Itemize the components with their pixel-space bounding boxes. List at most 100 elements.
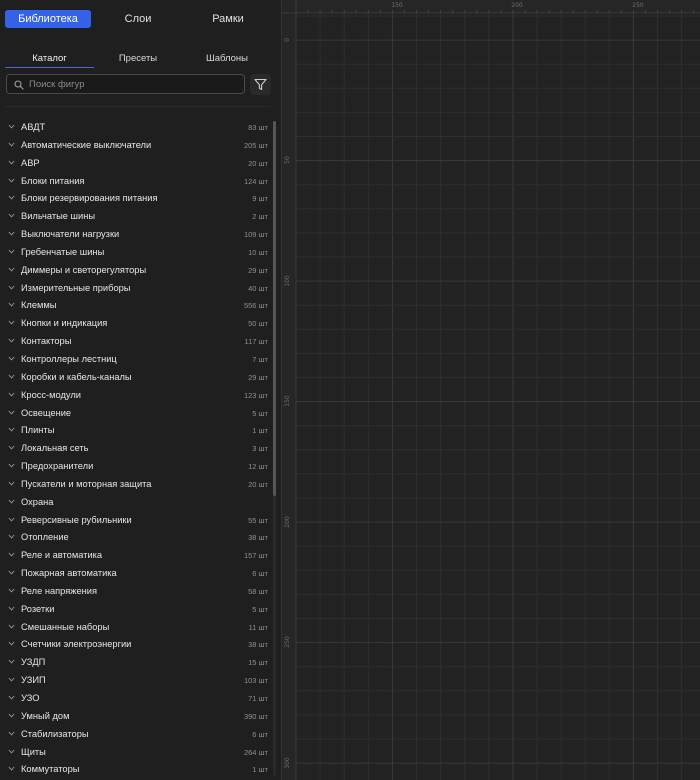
chevron-down-icon (8, 767, 15, 771)
ruler-label: 150 (284, 395, 291, 407)
category-name: Пускатели и моторная защита (21, 478, 152, 489)
category-item[interactable]: УЗИП 103 шт (0, 672, 272, 690)
category-item[interactable]: Измерительные приборы 40 шт (0, 280, 272, 298)
search-icon (14, 80, 24, 90)
search-input[interactable] (29, 76, 239, 92)
category-item[interactable]: Блоки питания 124 шт (0, 173, 272, 191)
category-count: 29 шт (248, 265, 268, 275)
category-name: Охрана (21, 496, 54, 507)
category-count: 12 шт (248, 462, 268, 472)
category-name: Плинты (21, 425, 55, 436)
category-count: 390 шт (243, 711, 268, 721)
category-item[interactable]: Счетчики электроэнергии 38 шт (0, 636, 272, 654)
subtab-catalog[interactable]: Каталог (5, 52, 94, 68)
chevron-down-icon (8, 124, 15, 129)
ruler-label: 50 (284, 156, 291, 164)
category-count: 103 шт (243, 676, 268, 686)
category-item[interactable]: Реле напряжения 58 шт (0, 583, 272, 601)
filter-icon (254, 78, 267, 91)
chevron-down-icon (8, 749, 15, 753)
chevron-down-icon (8, 624, 15, 629)
category-item[interactable]: Отопление 38 шт (0, 529, 272, 547)
category-item[interactable]: Пускатели и моторная защита 20 шт (0, 476, 272, 494)
category-item[interactable]: Контроллеры лестниц 7 шт (0, 351, 272, 369)
category-item[interactable]: Кросс-модули 123 шт (0, 387, 272, 405)
ruler-label: 250 (632, 2, 644, 9)
category-item[interactable]: Щиты 264 шт (0, 744, 272, 762)
category-item[interactable]: Клеммы 556 шт (0, 297, 272, 315)
chevron-down-icon (8, 481, 15, 486)
chevron-down-icon (8, 428, 15, 432)
category-name: Блоки питания (21, 175, 85, 186)
chevron-down-icon (8, 552, 15, 557)
chevron-down-icon (8, 196, 15, 200)
category-name: Локальная сеть (21, 443, 89, 454)
chevron-down-icon (8, 249, 15, 254)
category-item[interactable]: Реле и автоматика 157 шт (0, 547, 272, 565)
category-item[interactable]: УЗО 71 шт (0, 690, 272, 708)
category-count: 205 шт (243, 140, 268, 150)
ruler-label: 100 (284, 275, 291, 287)
chevron-down-icon (8, 731, 15, 736)
category-item[interactable]: Розетки 5 шт (0, 601, 272, 619)
chevron-down-icon (8, 160, 15, 165)
section-divider (5, 106, 271, 107)
category-item[interactable]: Блоки резервирования питания 9 шт (0, 190, 272, 208)
tab-frames[interactable]: Рамки (190, 10, 266, 28)
category-item[interactable]: АВР 20 шт (0, 155, 272, 173)
category-count: 6 шт (252, 569, 268, 579)
category-item[interactable]: Умный дом 390 шт (0, 708, 272, 726)
category-item[interactable]: Коммутаторы 1 шт (0, 761, 272, 779)
chevron-down-icon (8, 285, 15, 290)
tab-layers[interactable]: Слои (100, 10, 176, 28)
category-item[interactable]: Смешанные наборы 11 шт (0, 619, 272, 637)
filter-button[interactable] (250, 74, 271, 95)
category-item[interactable]: Вильчатые шины 2 шт (0, 208, 272, 226)
category-name: Розетки (21, 603, 55, 614)
category-item[interactable]: Кнопки и индикация 50 шт (0, 315, 272, 333)
category-name: Коммутаторы (21, 764, 80, 775)
category-item[interactable]: Пожарная автоматика 6 шт (0, 565, 272, 583)
category-name: Пожарная автоматика (21, 568, 117, 579)
category-count: 123 шт (243, 390, 268, 400)
sub-tabs: Каталог Пресеты Шаблоны (5, 52, 277, 68)
category-item[interactable]: Охрана (0, 494, 272, 512)
subtab-presets[interactable]: Пресеты (95, 52, 181, 68)
category-count: 3 шт (252, 444, 268, 454)
category-name: Отопление (21, 532, 69, 543)
category-count: 15 шт (248, 658, 268, 668)
category-item[interactable]: Локальная сеть 3 шт (0, 440, 272, 458)
category-item[interactable]: Плинты 1 шт (0, 422, 272, 440)
category-item[interactable]: Стабилизаторы 6 шт (0, 726, 272, 744)
category-count: 1 шт (252, 765, 268, 775)
category-count: 117 шт (244, 337, 269, 347)
ruler-label: 200 (284, 516, 291, 528)
category-item[interactable]: АВДТ 83 шт (0, 119, 272, 137)
subtab-templates[interactable]: Шаблоны (183, 52, 271, 68)
tab-library[interactable]: Библиотека (5, 10, 91, 28)
category-count: 29 шт (248, 372, 268, 382)
category-count: 109 шт (243, 230, 268, 240)
category-item[interactable]: Гребенчатые шины 10 шт (0, 244, 272, 262)
category-item[interactable]: Автоматические выключатели 205 шт (0, 137, 272, 155)
category-item[interactable]: Контакторы 117 шт (0, 333, 272, 351)
category-item[interactable]: Коробки и кабель-каналы 29 шт (0, 369, 272, 387)
category-item[interactable]: УЗДП 15 шт (0, 654, 272, 672)
category-item[interactable]: Реверсивные рубильники 55 шт (0, 512, 272, 530)
list-scrollbar[interactable] (273, 121, 276, 776)
drawing-canvas[interactable]: 150 200 250 0 50 100 150 200 250 300 (282, 0, 700, 780)
vertical-ruler (282, 0, 296, 780)
category-name: Стабилизаторы (21, 728, 89, 739)
category-item[interactable]: Диммеры и светорегуляторы 29 шт (0, 262, 272, 280)
chevron-down-icon (8, 713, 15, 718)
chevron-down-icon (8, 463, 15, 468)
chevron-down-icon (8, 213, 15, 218)
category-count: 5 шт (252, 408, 268, 418)
chevron-down-icon (8, 606, 15, 611)
category-item[interactable]: Освещение 5 шт (0, 405, 272, 423)
scrollbar-thumb[interactable] (273, 121, 276, 496)
category-item[interactable]: Выключатели нагрузки 109 шт (0, 226, 272, 244)
chevron-down-icon (8, 231, 15, 236)
category-item[interactable]: Предохранители 12 шт (0, 458, 272, 476)
chevron-down-icon (8, 374, 15, 379)
